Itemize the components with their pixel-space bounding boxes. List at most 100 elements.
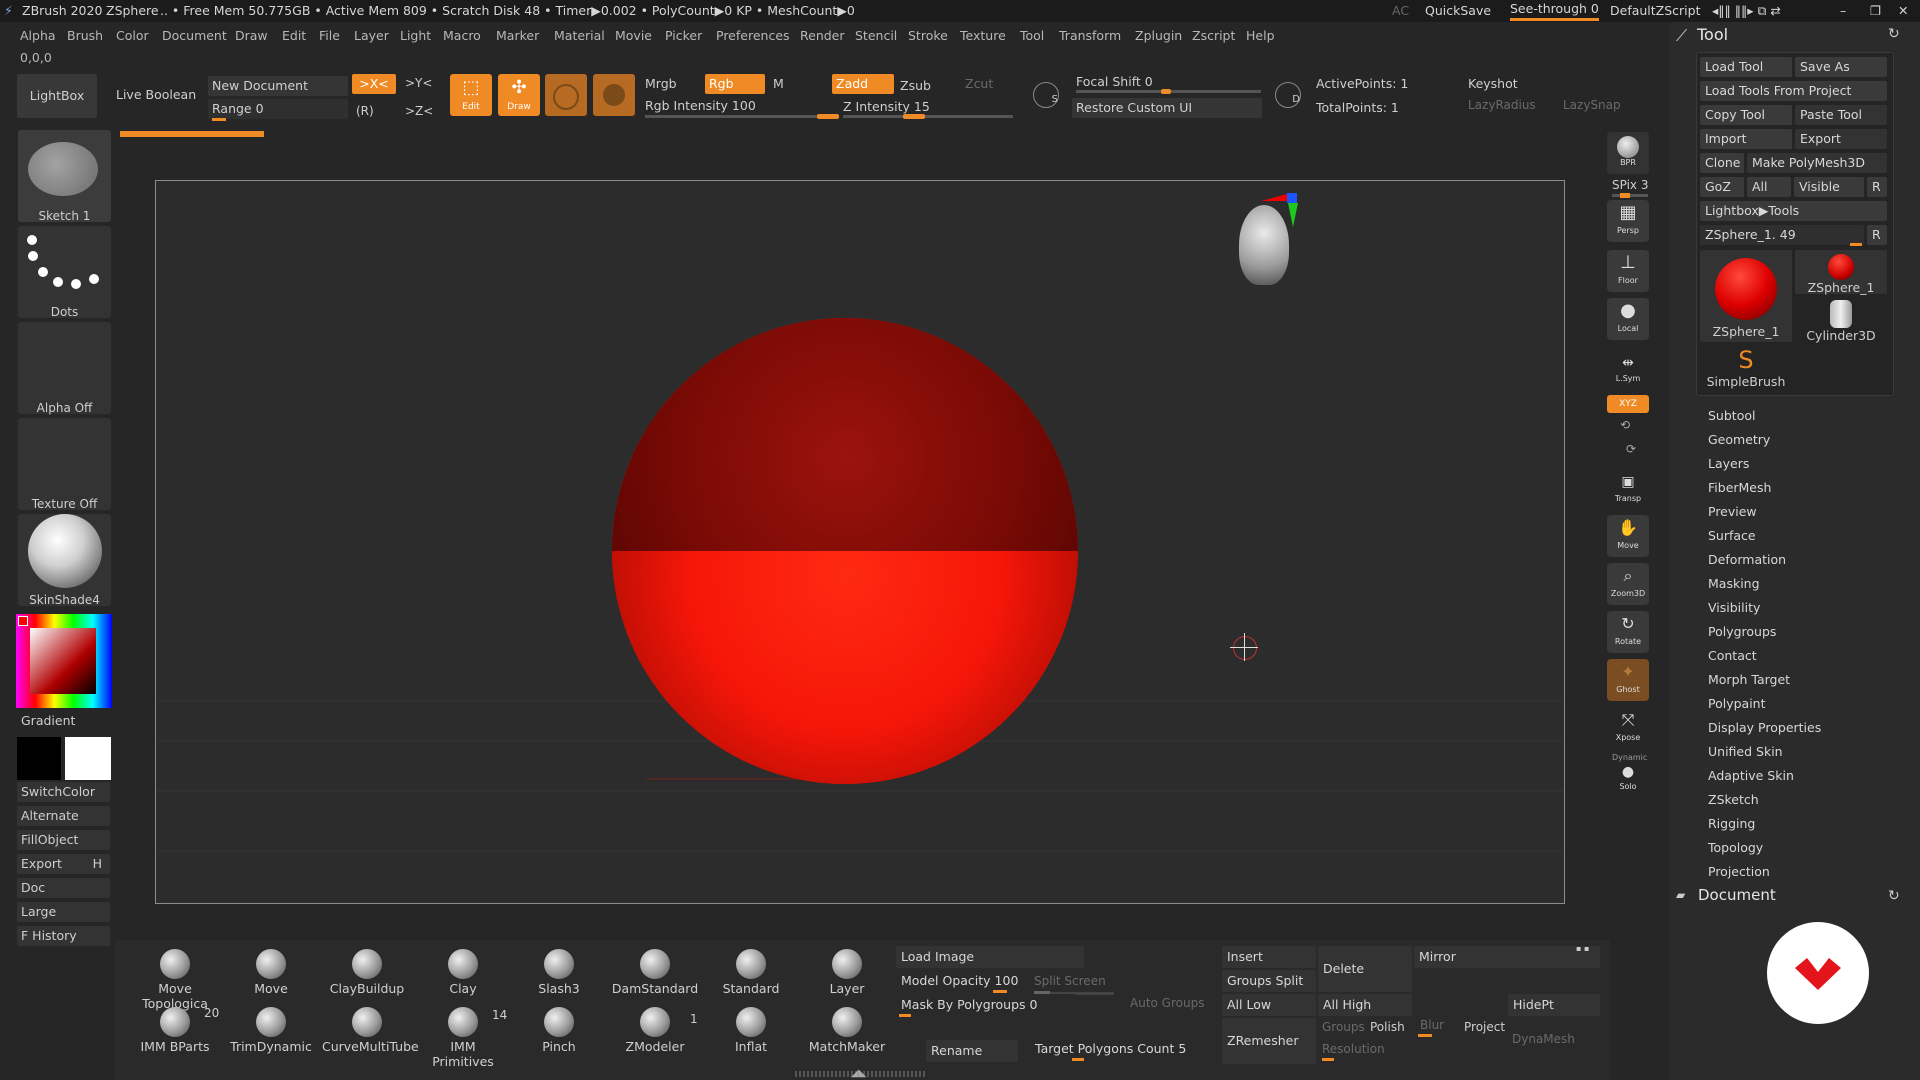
scale-mode-button[interactable]: [593, 74, 635, 116]
all-high-button[interactable]: All High: [1318, 994, 1412, 1016]
model-opacity-slider[interactable]: Model Opacity 100: [896, 970, 1018, 992]
section-layers[interactable]: Layers: [1708, 456, 1749, 471]
zremesher-button[interactable]: ZRemesher: [1222, 1018, 1316, 1064]
stroke-thumb-dots[interactable]: Dots: [18, 226, 111, 319]
export-button[interactable]: Export H: [17, 854, 110, 874]
menu-transform[interactable]: Transform: [1059, 24, 1121, 48]
brush-curvemultitube[interactable]: CurveMultiTube: [322, 1003, 419, 1063]
ac-toggle[interactable]: AC: [1392, 0, 1409, 22]
focal-shift-slider[interactable]: Focal Shift 0: [1076, 74, 1153, 89]
zadd-toggle[interactable]: Zadd: [832, 74, 894, 94]
copy-tool-button[interactable]: Copy Tool: [1700, 105, 1792, 125]
brush-claybuildup[interactable]: ClayBuildup: [322, 945, 412, 1005]
load-image-button[interactable]: Load Image: [896, 946, 1084, 968]
brush-layer[interactable]: Layer: [802, 945, 892, 1005]
export-tool-button[interactable]: Export: [1795, 129, 1887, 149]
resolution-slider[interactable]: Resolution: [1322, 1042, 1385, 1056]
document-panel-refresh-icon[interactable]: ↻: [1888, 888, 1900, 904]
z-intensity-track[interactable]: [843, 114, 1013, 119]
ghost-toggle[interactable]: ✦ Ghost: [1607, 659, 1649, 701]
see-through-slider[interactable]: See-through 0: [1510, 0, 1599, 21]
navigation-gizmo[interactable]: [1239, 193, 1309, 293]
mirror-options-icon[interactable]: ▪ ▪: [1576, 944, 1589, 953]
bpr-button[interactable]: BPR: [1607, 132, 1649, 174]
zcut-toggle[interactable]: Zcut: [965, 76, 993, 91]
rename-button[interactable]: Rename: [926, 1040, 1018, 1062]
section-polygroups[interactable]: Polygroups: [1708, 624, 1776, 639]
doc-button[interactable]: Doc: [17, 878, 110, 898]
section-morph-target[interactable]: Morph Target: [1708, 672, 1790, 687]
make-polymesh-button[interactable]: Make PolyMesh3D: [1747, 153, 1887, 173]
restore-icon[interactable]: ❐: [1870, 0, 1881, 22]
range-slider-thumb[interactable]: [212, 118, 226, 121]
tool-thumb-zsphere-main[interactable]: ZSphere_1: [1700, 250, 1792, 342]
symmetry-y-toggle[interactable]: >Y<: [405, 76, 432, 90]
tool-thumb-simplebrush[interactable]: S SimpleBrush: [1700, 346, 1792, 390]
material-thumb[interactable]: SkinShade4: [18, 514, 111, 607]
groups-split-button[interactable]: Groups Split: [1222, 970, 1316, 992]
menu-edit[interactable]: Edit: [282, 24, 306, 48]
goz-visible-button[interactable]: Visible: [1794, 177, 1864, 197]
minimize-icon[interactable]: –: [1840, 0, 1846, 22]
lsym-toggle[interactable]: ⇹ L.Sym: [1607, 352, 1649, 394]
section-deformation[interactable]: Deformation: [1708, 552, 1786, 567]
section-display-properties[interactable]: Display Properties: [1708, 720, 1821, 735]
goz-button[interactable]: GoZ: [1700, 177, 1744, 197]
blur-slider-thumb[interactable]: [1418, 1034, 1432, 1037]
brush-thumb-sketch[interactable]: Sketch 1: [18, 130, 111, 223]
history-button[interactable]: F History: [17, 926, 110, 946]
alpha-thumb[interactable]: Alpha Off: [18, 322, 111, 415]
symmetry-r-toggle[interactable]: (R): [356, 104, 374, 118]
menu-macro[interactable]: Macro: [443, 24, 481, 48]
brush-move[interactable]: Move: [226, 945, 316, 1005]
auto-groups-button[interactable]: Auto Groups: [1130, 996, 1204, 1010]
color-picker[interactable]: [16, 614, 112, 708]
quicksave-button[interactable]: QuickSave: [1425, 0, 1491, 22]
menu-render[interactable]: Render: [800, 24, 845, 48]
section-projection[interactable]: Projection: [1708, 864, 1770, 879]
menu-layout-icons[interactable]: ◂‖‖ ‖‖▸ ⧉ ⇄: [1712, 0, 1781, 22]
switch-color-button[interactable]: SwitchColor: [17, 782, 110, 802]
section-rigging[interactable]: Rigging: [1708, 816, 1755, 831]
menu-light[interactable]: Light: [400, 24, 431, 48]
mirror-button[interactable]: Mirror: [1414, 946, 1600, 968]
range-slider[interactable]: Range 0: [208, 99, 348, 119]
main-color-swatch[interactable]: [65, 737, 111, 780]
paste-tool-button[interactable]: Paste Tool: [1795, 105, 1887, 125]
xyz-rotate-toggle[interactable]: XYZ: [1607, 395, 1649, 413]
current-tool-slider-thumb[interactable]: [1850, 243, 1862, 246]
menu-layer[interactable]: Layer: [354, 24, 389, 48]
section-fibermesh[interactable]: FiberMesh: [1708, 480, 1771, 495]
section-zsketch[interactable]: ZSketch: [1708, 792, 1759, 807]
live-boolean-button[interactable]: Live Boolean: [116, 87, 196, 102]
menu-preferences[interactable]: Preferences: [716, 24, 790, 48]
transp-toggle[interactable]: ▣ Transp: [1607, 470, 1649, 512]
split-screen-button[interactable]: Split Screen: [1034, 974, 1106, 988]
resolution-slider-thumb[interactable]: [1322, 1058, 1334, 1061]
hide-pt-button[interactable]: HidePt: [1508, 994, 1600, 1016]
gradient-toggle[interactable]: Gradient: [21, 713, 75, 728]
restore-custom-ui-button[interactable]: Restore Custom UI: [1072, 98, 1262, 118]
section-surface[interactable]: Surface: [1708, 528, 1756, 543]
rotate-view-button[interactable]: ↻ Rotate: [1607, 611, 1649, 653]
rotate-y-icon[interactable]: ⟲: [1620, 418, 1630, 432]
all-low-button[interactable]: All Low: [1222, 994, 1316, 1016]
local-toggle[interactable]: ● Local: [1607, 298, 1649, 340]
color-picker-square[interactable]: [30, 628, 96, 694]
menu-material[interactable]: Material: [554, 24, 605, 48]
tool-thumb-zsphere[interactable]: ZSphere_1: [1795, 250, 1887, 295]
xpose-button[interactable]: ⤧ Xpose: [1607, 707, 1649, 749]
mrgb-toggle[interactable]: Mrgb: [645, 76, 677, 91]
spix-track[interactable]: [1612, 193, 1648, 198]
brush-slash3[interactable]: Slash3: [514, 945, 604, 1005]
menu-alpha[interactable]: Alpha: [20, 24, 56, 48]
focal-shift-track[interactable]: [1076, 89, 1261, 94]
polish-toggle[interactable]: Polish: [1370, 1020, 1405, 1034]
section-preview[interactable]: Preview: [1708, 504, 1757, 519]
menu-picker[interactable]: Picker: [665, 24, 702, 48]
lightbox-button[interactable]: LightBox: [17, 74, 97, 118]
default-zscript-button[interactable]: DefaultZScript: [1610, 0, 1701, 22]
close-icon[interactable]: ✕: [1898, 0, 1908, 22]
blur-slider[interactable]: Blur: [1420, 1018, 1444, 1032]
target-polygons-slider[interactable]: Target Polygons Count 5: [1030, 1038, 1210, 1060]
